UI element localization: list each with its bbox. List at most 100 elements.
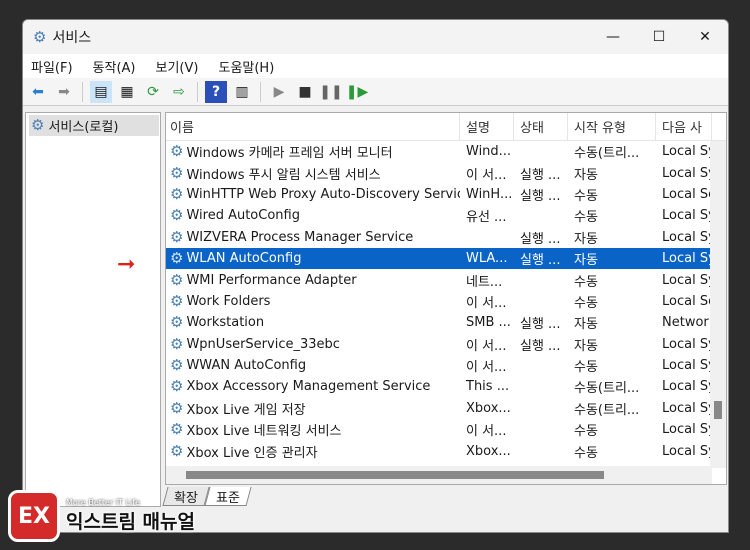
cell: 유선 ... — [466, 210, 507, 226]
table-row[interactable]: ⚙ WinHTTP Web Proxy Auto-Discovery Servic… — [166, 184, 726, 205]
cell: Xbox... — [466, 443, 511, 459]
gear-icon: ⚙ — [170, 398, 184, 417]
cell: Local Se — [662, 186, 712, 202]
column-log-on-as[interactable]: 다음 사 — [656, 113, 712, 140]
cell: 실행 ... — [520, 253, 561, 269]
table-row[interactable]: ⚙ Xbox Live 게임 저장 Xbox... 수동(트리... Local Sy — [166, 398, 726, 419]
cell: WLA... — [466, 251, 508, 267]
gear-icon: ⚙ — [170, 379, 184, 395]
cell: 실행 ... — [520, 317, 561, 333]
cell: 수동(트리... — [574, 402, 640, 418]
gear-icon: ⚙ — [33, 27, 47, 46]
cell: 수동 — [574, 424, 598, 440]
menu-action[interactable]: 동작(A) — [93, 57, 136, 76]
vertical-scrollbar[interactable] — [710, 141, 726, 468]
cell: Local Sy — [662, 358, 712, 374]
table-row[interactable]: ⚙ Xbox Live 인증 관리자 Xbox... 수동 Local Sy — [166, 440, 726, 461]
maximize-button[interactable]: ☐ — [636, 20, 682, 54]
table-row[interactable]: ⚙ Xbox Live 네트워킹 서비스 이 서... 수동 Local Sy — [166, 419, 726, 440]
table-row[interactable]: ⚙ WpnUserService_33ebc 이 서... 실행 ... 자동 Local… — [166, 334, 726, 355]
menu-help[interactable]: 도움말(H) — [218, 57, 274, 76]
gear-icon: ⚙ — [170, 229, 184, 245]
restart-icon[interactable]: ❚▶ — [346, 81, 369, 103]
cell: Local Se — [662, 293, 712, 309]
cell: Local Sy — [662, 229, 712, 245]
services-list: ^ 이름 설명 상태 시작 유형 다음 사 ⚙ Windows 카메라 프레임 서… — [165, 112, 727, 485]
gear-icon: ⚙ — [170, 208, 184, 224]
cell: Wind... — [466, 144, 512, 160]
cell: 자동 — [574, 253, 598, 269]
cell: WinH... — [466, 186, 513, 202]
gear-icon: ⚙ — [170, 441, 184, 460]
cell: 수동(트리... — [574, 381, 640, 397]
column-status[interactable]: 상태 — [514, 113, 568, 140]
cell: 수동 — [574, 210, 598, 226]
cell: 자동 — [574, 167, 598, 183]
cell: WLAN AutoConfig — [186, 251, 302, 267]
start-icon[interactable]: ▶ — [268, 81, 290, 103]
gear-icon: ⚙ — [170, 272, 184, 288]
cell: 이 서... — [466, 338, 507, 354]
cell: Xbox Live 게임 저장 — [186, 402, 306, 418]
cell: Xbox Live 네트워킹 서비스 — [186, 424, 342, 440]
table-row[interactable]: ⚙ Workstation SMB ... 실행 ... 자동 Networ — [166, 312, 726, 333]
forward-icon[interactable]: ➡ — [53, 81, 75, 103]
export-list-icon[interactable]: ⇨ — [168, 81, 190, 103]
properties-icon[interactable]: ▦ — [116, 81, 138, 103]
cell: SMB ... — [466, 315, 511, 331]
cell: Local Sy — [662, 144, 712, 160]
title-bar: ⚙ 서비스 — ☐ ✕ — [23, 20, 728, 54]
cell: Local Sy — [662, 443, 712, 459]
table-row[interactable]: ⚙ WMI Performance Adapter 네트... 수동 Local Sy — [166, 269, 726, 290]
menu-file[interactable]: 파일(F) — [31, 57, 73, 76]
table-row[interactable]: ⚙ Windows 카메라 프레임 서버 모니터 Wind... 수동(트리... Lo… — [166, 141, 726, 162]
gear-icon: ⚙ — [170, 251, 184, 267]
gear-icon: ⚙ — [170, 293, 184, 309]
table-row[interactable]: ⚙ WWAN AutoConfig 이 서... 수동 Local Sy — [166, 355, 726, 376]
cell: WMI Performance Adapter — [186, 272, 357, 288]
menu-view[interactable]: 보기(V) — [156, 57, 199, 76]
action-pane-icon[interactable]: ▥ — [231, 81, 253, 103]
cell: WIZVERA Process Manager Service — [186, 229, 414, 245]
show-hide-console-tree-icon[interactable]: ▤ — [90, 80, 112, 103]
gear-icon: ⚙ — [170, 142, 184, 161]
gear-icon: ⚙ — [170, 186, 184, 202]
cell: 이 서... — [466, 424, 507, 440]
cell: Local Sy — [662, 165, 712, 181]
cell: Windows 푸시 알림 시스템 서비스 — [186, 167, 381, 183]
menu-bar: 파일(F) 동작(A) 보기(V) 도움말(H) — [23, 54, 728, 78]
red-arrow-annotation: ➞ — [117, 252, 136, 277]
cell: 자동 — [574, 231, 598, 247]
cell: Local Sy — [662, 208, 712, 224]
tab-standard[interactable]: 표준 — [204, 487, 252, 506]
cell: Xbox Accessory Management Service — [186, 379, 431, 395]
logo-mark: EX — [8, 490, 60, 542]
cell: 수동 — [574, 188, 598, 204]
help-icon[interactable]: ? — [205, 80, 227, 103]
column-startup-type[interactable]: 시작 유형 — [568, 113, 656, 140]
gear-icon: ⚙ — [170, 336, 184, 352]
table-row[interactable]: ⚙ Wired AutoConfig 유선 ... 수동 Local Sy — [166, 205, 726, 226]
pause-icon[interactable]: ❚❚ — [319, 81, 342, 103]
back-icon[interactable]: ⬅ — [27, 81, 49, 103]
sort-ascending-icon: ^ — [308, 112, 316, 119]
table-row[interactable]: ⚙ WLAN AutoConfig WLA... 실행 ... 자동 Local Sy — [166, 247, 726, 270]
table-row[interactable]: ⚙ Xbox Accessory Management Service This .… — [166, 376, 726, 397]
column-description[interactable]: 설명 — [460, 113, 514, 140]
table-row[interactable]: ⚙ Work Folders 이 서... 수동 Local Se — [166, 291, 726, 312]
tree-node-services-local[interactable]: ⚙ 서비스(로컬) — [29, 115, 159, 136]
cell: Xbox... — [466, 400, 511, 416]
gear-icon: ⚙ — [31, 116, 45, 134]
minimize-button[interactable]: — — [590, 20, 636, 54]
cell: 이 서... — [466, 360, 507, 376]
horizontal-scrollbar[interactable] — [166, 466, 712, 484]
table-row[interactable]: ⚙ Windows 푸시 알림 시스템 서비스 이 서... 실행 ... 자동 Loca… — [166, 162, 726, 183]
stop-icon[interactable]: ■ — [294, 81, 316, 103]
refresh-icon[interactable]: ⟳ — [142, 81, 164, 103]
console-tree: ⚙ 서비스(로컬) — [25, 112, 161, 507]
cell: 자동 — [574, 317, 598, 333]
close-button[interactable]: ✕ — [682, 20, 728, 54]
cell: 수동 — [574, 295, 598, 311]
table-row[interactable]: ⚙ WIZVERA Process Manager Service 실행 ... 자동… — [166, 227, 726, 248]
cell: 이 서... — [466, 167, 507, 183]
